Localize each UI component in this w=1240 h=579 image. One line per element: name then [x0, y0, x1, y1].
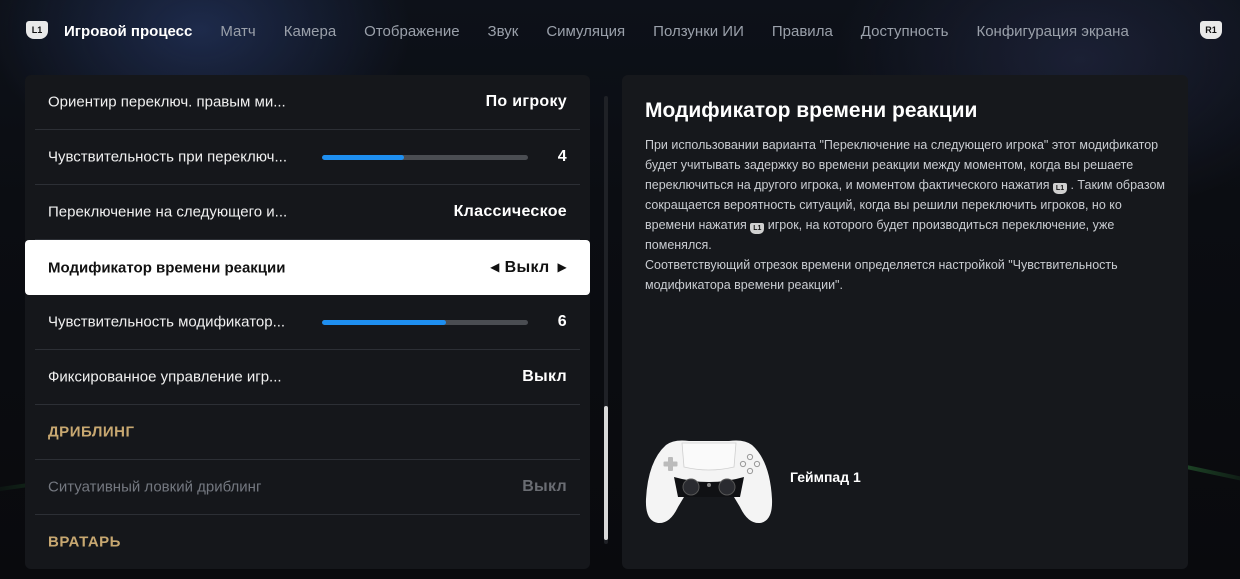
tab-match[interactable]: Матч [220, 22, 255, 42]
l1-button-icon: L1 [1053, 183, 1068, 194]
setting-value: Выкл [522, 478, 567, 495]
setting-value: 6 [557, 313, 567, 330]
setting-label: Переключение на следующего и... [48, 203, 288, 221]
section-header-goalkeeper: ВРАТАРЬ [35, 515, 580, 569]
description-text: Соответствующий отрезок времени определя… [645, 258, 1118, 292]
l1-button-icon[interactable]: L1 [26, 21, 48, 39]
setting-value-text: Выкл [504, 258, 550, 276]
setting-row[interactable]: Ориентир переключ. правым ми... По игрок… [35, 75, 580, 130]
tab-display[interactable]: Отображение [364, 22, 459, 42]
tab-camera[interactable]: Камера [284, 22, 336, 42]
top-nav: L1 Игровой процесс Матч Камера Отображен… [0, 0, 1240, 62]
scrollbar-thumb[interactable] [604, 406, 608, 540]
arrow-left-icon[interactable]: ◀ [490, 260, 500, 274]
setting-value: Выкл [522, 368, 567, 385]
setting-label: Ориентир переключ. правым ми... [48, 93, 286, 111]
setting-label: Чувствительность модификатор... [48, 313, 286, 331]
setting-row[interactable]: Фиксированное управление игр... Выкл [35, 350, 580, 405]
l1-button-icon: L1 [750, 223, 765, 234]
arrow-right-icon[interactable]: ▶ [557, 260, 567, 274]
tab-accessibility[interactable]: Доступность [861, 22, 949, 42]
tab-gameplay[interactable]: Игровой процесс [64, 22, 192, 42]
setting-label: Чувствительность при переключ... [48, 148, 287, 166]
setting-slider[interactable] [322, 155, 528, 160]
settings-list: Ориентир переключ. правым ми... По игрок… [25, 75, 590, 569]
gamepad-icon [645, 440, 773, 524]
description-body: При использовании варианта "Переключение… [645, 135, 1165, 295]
slider-fill [322, 320, 446, 325]
r1-button-icon[interactable]: R1 [1200, 21, 1222, 39]
scrollbar[interactable] [604, 96, 608, 544]
section-label: ВРАТАРЬ [48, 533, 121, 551]
section-header-dribbling: ДРИБЛИНГ [35, 405, 580, 460]
setting-value: Классическое [453, 203, 567, 220]
setting-row[interactable]: Переключение на следующего и... Классиче… [35, 185, 580, 240]
tab-rules[interactable]: Правила [772, 22, 833, 42]
tab-ai-sliders[interactable]: Ползунки ИИ [653, 22, 744, 42]
tab-sound[interactable]: Звук [488, 22, 519, 42]
setting-row[interactable]: Чувствительность модификатор... 6 [35, 295, 580, 350]
setting-slider[interactable] [322, 320, 528, 325]
description-title: Модификатор времени реакции [645, 99, 978, 122]
setting-label: Фиксированное управление игр... [48, 368, 282, 386]
setting-row-disabled: Ситуативный ловкий дриблинг Выкл [35, 460, 580, 515]
setting-value: 4 [557, 148, 567, 165]
description-panel: Модификатор времени реакции При использо… [622, 75, 1188, 569]
setting-label: Ситуативный ловкий дриблинг [48, 478, 262, 496]
tab-simulation[interactable]: Симуляция [546, 22, 625, 42]
setting-label: Модификатор времени реакции [48, 259, 286, 276]
slider-fill [322, 155, 405, 160]
gamepad-label: Геймпад 1 [790, 469, 861, 485]
tab-bar: Игровой процесс Матч Камера Отображение … [64, 22, 1157, 42]
setting-value: ◀ Выкл ▶ [490, 259, 567, 277]
section-label: ДРИБЛИНГ [48, 423, 135, 441]
setting-value: По игроку [485, 93, 567, 110]
tab-screen-config[interactable]: Конфигурация экрана [976, 22, 1128, 42]
setting-row-selected[interactable]: Модификатор времени реакции ◀ Выкл ▶ [25, 240, 590, 295]
setting-row[interactable]: Чувствительность при переключ... 4 [35, 130, 580, 185]
